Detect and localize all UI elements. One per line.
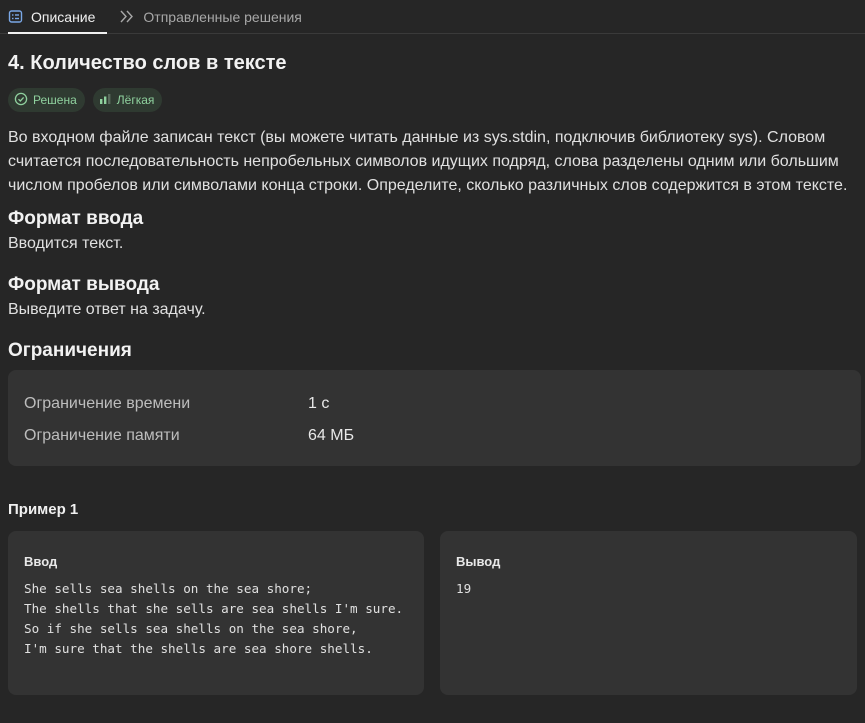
tab-bar: Описание Отправленные решения: [0, 0, 865, 34]
limits-panel: Ограничение времени 1 с Ограничение памя…: [8, 370, 861, 466]
limit-row-time: Ограничение времени 1 с: [24, 388, 845, 420]
limits-heading: Ограничения: [8, 340, 132, 361]
badges: Решена Лёгкая: [8, 88, 857, 112]
limit-row-memory: Ограничение памяти 64 МБ: [24, 420, 845, 452]
tab-submissions[interactable]: Отправленные решения: [119, 0, 313, 33]
input-format-heading: Формат ввода: [8, 208, 144, 229]
tab-description-label: Описание: [31, 8, 96, 25]
tab-description[interactable]: Описание: [8, 0, 108, 34]
example-output-label: Вывод: [456, 554, 501, 569]
limit-value: 64 МБ: [308, 427, 355, 444]
output-format-heading: Формат вывода: [8, 274, 160, 295]
description-icon: [8, 9, 23, 24]
example-output-text[interactable]: 19: [456, 579, 841, 599]
input-format-text: Вводится текст.: [8, 235, 124, 252]
difficulty-badge-label: Лёгкая: [116, 93, 155, 107]
problem-title: 4. Количество слов в тексте: [8, 52, 287, 74]
example-input-box: Ввод She sells sea shells on the sea sho…: [8, 531, 424, 695]
output-format-text: Выведите ответ на задачу.: [8, 301, 206, 318]
status-badge-label: Решена: [33, 93, 77, 107]
problem-description: Во входном файле записан текст (вы может…: [8, 129, 848, 194]
tab-submissions-label: Отправленные решения: [143, 8, 302, 25]
problem-content: 4. Количество слов в тексте Решена Лёгка…: [0, 50, 865, 695]
double-chevron-icon: [119, 9, 135, 24]
check-circle-icon: [14, 92, 28, 109]
example-title: Пример 1: [8, 501, 79, 518]
difficulty-bars-icon: [99, 93, 112, 108]
example-input-text[interactable]: She sells sea shells on the sea shore; T…: [24, 579, 408, 659]
limit-value: 1 с: [308, 395, 330, 412]
status-badge: Решена: [8, 88, 85, 112]
difficulty-badge: Лёгкая: [92, 88, 163, 112]
example-input-label: Ввод: [24, 554, 58, 569]
limit-label: Ограничение времени: [24, 395, 191, 412]
example-grid: Ввод She sells sea shells on the sea sho…: [8, 531, 857, 695]
example-output-box: Вывод 19: [440, 531, 857, 695]
limit-label: Ограничение памяти: [24, 427, 180, 444]
